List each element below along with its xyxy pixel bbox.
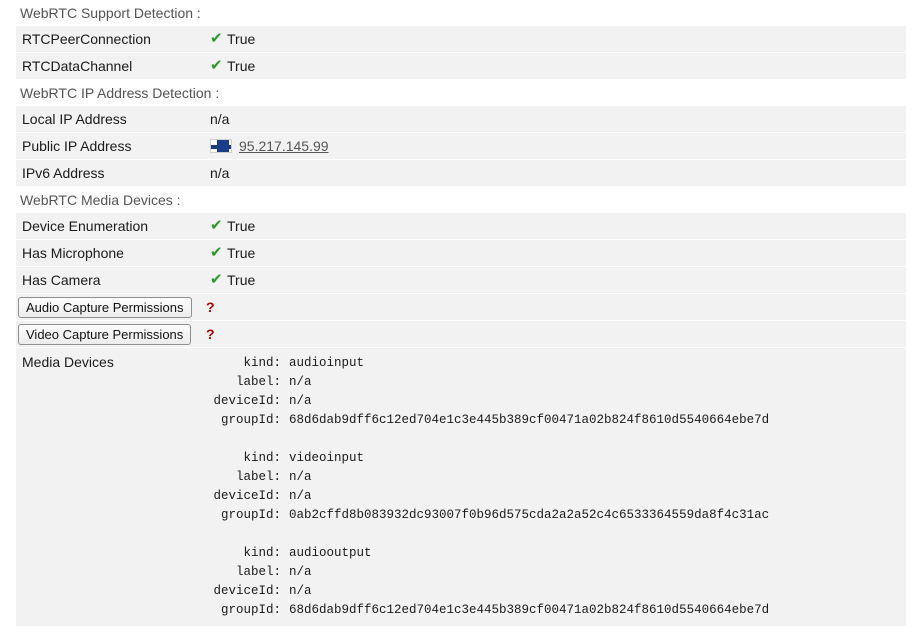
row-value: True (227, 31, 256, 47)
label-key: label: (235, 565, 281, 579)
groupid-key: groupId: (220, 413, 281, 427)
row-label: Public IP Address (22, 138, 132, 154)
groupid-key: groupId: (220, 508, 281, 522)
label-key: label: (235, 375, 281, 389)
deviceid-value: n/a (289, 584, 312, 598)
row-has-camera: Has Camera ✔ True (16, 267, 906, 294)
deviceid-value: n/a (289, 489, 312, 503)
audio-capture-permissions-button[interactable]: Audio Capture Permissions (18, 296, 192, 318)
row-value: True (227, 245, 256, 261)
row-has-microphone: Has Microphone ✔ True (16, 240, 906, 267)
section-title-media: WebRTC Media Devices : (16, 187, 906, 213)
kind-value: audioinput (289, 356, 365, 370)
label-value: n/a (289, 375, 312, 389)
ipv6-value: n/a (210, 165, 230, 181)
row-rtcdatachannel: RTCDataChannel ✔ True (16, 53, 906, 80)
row-label: IPv6 Address (22, 165, 105, 181)
checkmark-icon: ✔ (210, 244, 223, 261)
label-key: label: (235, 470, 281, 484)
kind-value: audiooutput (289, 546, 372, 560)
row-value: True (227, 272, 256, 288)
deviceid-key: deviceId: (213, 584, 281, 598)
kind-key: kind: (243, 356, 281, 370)
media-devices-list: kind: audioinput label: n/a deviceId: n/a g… (204, 348, 769, 620)
checkmark-icon: ✔ (210, 217, 223, 234)
section-title-support: WebRTC Support Detection : (16, 0, 906, 26)
finland-flag-icon (210, 139, 232, 153)
kind-key: kind: (243, 451, 281, 465)
device-entry: kind: videoinput label: n/a deviceId: n/a g… (211, 449, 769, 525)
checkmark-icon: ✔ (210, 30, 223, 47)
row-value: True (227, 218, 256, 234)
deviceid-key: deviceId: (213, 394, 281, 408)
deviceid-value: n/a (289, 394, 312, 408)
row-label: Local IP Address (22, 111, 127, 127)
groupid-value: 0ab2cffd8b083932dc93007f0b96d575cda2a2a5… (289, 508, 770, 522)
row-value: True (227, 58, 256, 74)
question-mark-icon: ? (206, 299, 215, 315)
row-label: Media Devices (22, 354, 114, 370)
local-ip-value: n/a (210, 111, 230, 127)
row-rtcpeerconnection: RTCPeerConnection ✔ True (16, 26, 906, 53)
row-label: RTCDataChannel (22, 58, 133, 74)
row-video-permissions: Video Capture Permissions ? (16, 321, 906, 348)
label-value: n/a (289, 565, 312, 579)
groupid-value: 68d6dab9dff6c12ed704e1c3e445b389cf00471a… (289, 603, 770, 617)
row-device-enumeration: Device Enumeration ✔ True (16, 213, 906, 240)
groupid-key: groupId: (220, 603, 281, 617)
row-public-ip: Public IP Address 95.217.145.99 (16, 133, 906, 160)
kind-value: videoinput (289, 451, 365, 465)
kind-key: kind: (243, 546, 281, 560)
row-audio-permissions: Audio Capture Permissions ? (16, 294, 906, 321)
groupid-value: 68d6dab9dff6c12ed704e1c3e445b389cf00471a… (289, 413, 770, 427)
checkmark-icon: ✔ (210, 57, 223, 74)
device-entry: kind: audiooutput label: n/a deviceId: n/a … (211, 544, 769, 620)
webrtc-panel: WebRTC Support Detection : RTCPeerConnec… (16, 0, 906, 626)
row-label: Has Camera (22, 272, 101, 288)
public-ip-link[interactable]: 95.217.145.99 (239, 133, 329, 159)
row-label: Has Microphone (22, 245, 124, 261)
deviceid-key: deviceId: (213, 489, 281, 503)
row-label: RTCPeerConnection (22, 31, 151, 47)
row-ipv6: IPv6 Address n/a (16, 160, 906, 187)
device-entry: kind: audioinput label: n/a deviceId: n/a g… (211, 354, 769, 430)
checkmark-icon: ✔ (210, 271, 223, 288)
label-value: n/a (289, 470, 312, 484)
question-mark-icon: ? (206, 326, 215, 342)
video-capture-permissions-button[interactable]: Video Capture Permissions (18, 323, 192, 345)
row-media-devices: Media Devices kind: audioinput label: n/a … (16, 348, 906, 626)
row-local-ip: Local IP Address n/a (16, 106, 906, 133)
section-title-ip: WebRTC IP Address Detection : (16, 80, 906, 106)
row-label: Device Enumeration (22, 218, 149, 234)
